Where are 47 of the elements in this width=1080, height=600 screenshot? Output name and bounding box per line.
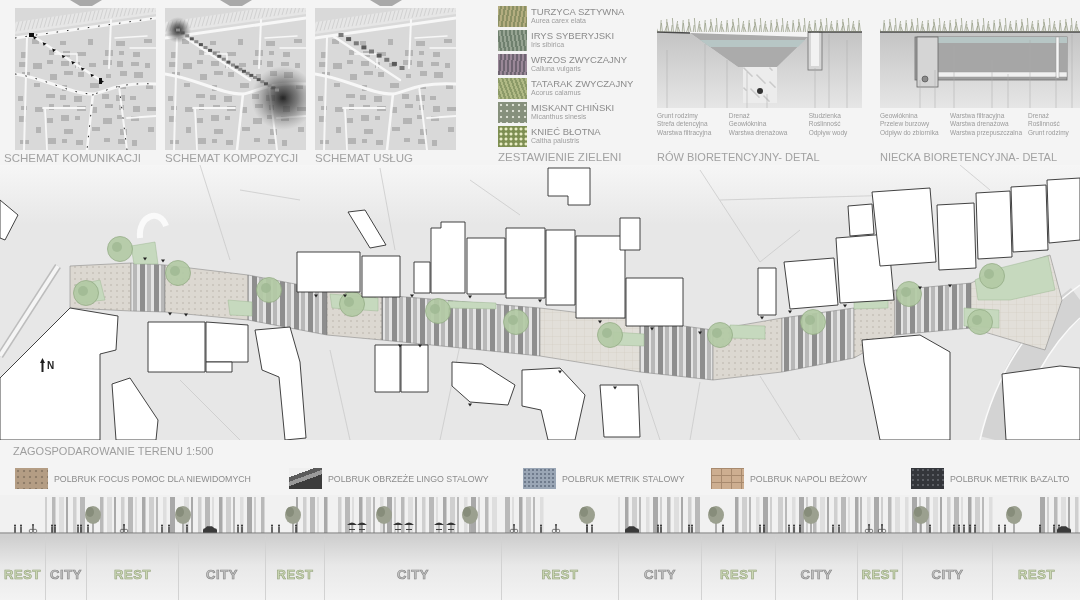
paving-swatch-icon [15, 468, 48, 489]
zone-label: CITY [800, 568, 833, 582]
plant-name: WRZOS ZWYCZAJNY [531, 55, 628, 65]
detail-title: RÓW BIORETENCYJNY- DETAL [657, 151, 821, 164]
plant-photo [498, 78, 527, 99]
plant-photo [498, 6, 527, 27]
scheme-title: SCHEMAT USŁUG [315, 152, 413, 165]
zone-label: REST [3, 568, 42, 582]
paving-label: POLBRUK METRIK STALOWY [562, 473, 685, 484]
plant-photo [498, 30, 527, 51]
scheme-title: SCHEMAT KOMUNIKACJI [4, 152, 141, 165]
zone-label: REST [276, 568, 314, 582]
paving-label: POLBRUK FOCUS POMOC DLA NIEWIDOMYCH [54, 473, 251, 484]
pointer-icon [219, 0, 252, 6]
legend-title: ZESTAWIENIE ZIELENI [498, 151, 623, 164]
zone-label: CITY [397, 568, 429, 582]
pointer-icon [69, 0, 102, 6]
plant-name: IRYS SYBERYJSKI [531, 31, 615, 41]
scheme-title: SCHEMAT KOMPOZYCJI [165, 152, 299, 165]
zone-label: REST [113, 568, 152, 582]
north-label: N [47, 359, 55, 371]
paving-swatch-icon [911, 468, 944, 489]
plant-name: KNIEĆ BŁOTNA [531, 127, 601, 137]
zone-label: CITY [644, 568, 676, 582]
north-arrow-icon [40, 358, 45, 372]
plan-title: ZAGOSPODAROWANIE TERENU 1:500 [13, 444, 214, 458]
plant-name: MISKANT CHIŃSKI [531, 103, 615, 113]
pointer-icon [369, 0, 402, 6]
zone-label: CITY [931, 568, 964, 582]
detail-title: NIECKA BIORETENCYJNA- DETAL [880, 151, 1059, 164]
zone-label: CITY [50, 568, 82, 582]
paving-label: POLBRUK NAPOLI BEŻOWY [750, 473, 868, 484]
zone-label: REST [719, 568, 758, 582]
paving-swatch-icon [523, 468, 556, 489]
zone-label: REST [1017, 568, 1056, 582]
plant-name: TURZYCA SZTYWNA [531, 7, 625, 17]
zone-label: REST [541, 568, 579, 582]
plant-name: TATARAK ZWYCZAJNY [531, 79, 634, 89]
paving-swatch-icon [289, 468, 322, 489]
plant-photo [498, 102, 527, 123]
plant-photo [498, 54, 527, 75]
paving-label: POLBRUK METRIK BAZALTO [950, 473, 1070, 484]
paving-swatch-icon [711, 468, 744, 489]
plant-photo [498, 126, 527, 147]
paving-label: POLBRUK OBRZEŻE LINGO STALOWY [328, 473, 489, 484]
zone-label: CITY [206, 568, 238, 582]
zone-label: REST [861, 568, 899, 582]
